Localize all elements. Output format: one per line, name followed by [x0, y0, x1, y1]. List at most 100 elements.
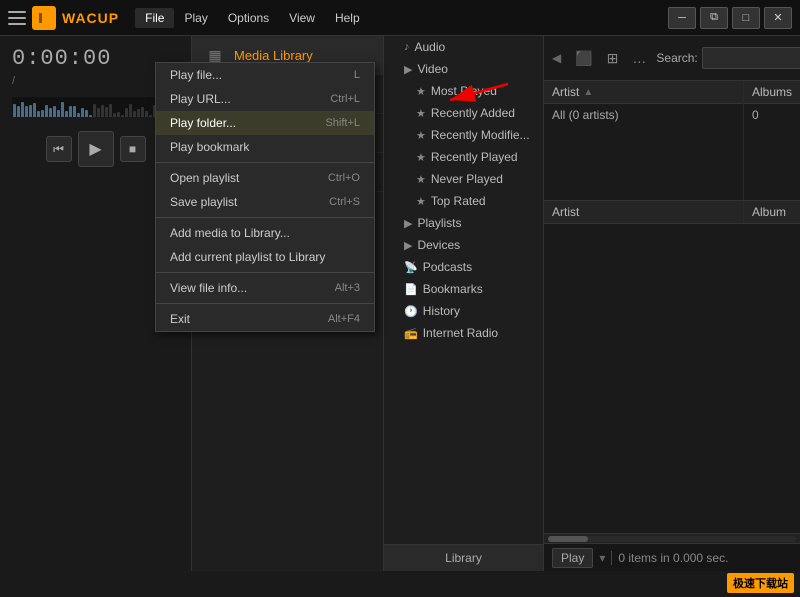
status-play-button[interactable]: Play [552, 548, 593, 568]
menu-view-file-info[interactable]: View file info... Alt+3 [156, 276, 374, 300]
content-area: ◀ ⬛ ⊞ … Search: Clear Search Artist ▲ [544, 36, 800, 571]
devices-tree-icon: ▶ [404, 239, 412, 252]
menu-file[interactable]: File [135, 8, 174, 28]
tree-item-recently-played[interactable]: ★ Recently Played [384, 146, 543, 168]
save-playlist-shortcut: Ctrl+S [329, 196, 360, 208]
menu-play[interactable]: Play [174, 8, 217, 28]
menu-play-url[interactable]: Play URL... Ctrl+L [156, 87, 374, 111]
exit-shortcut: Alt+F4 [328, 313, 360, 325]
tree-item-never-played[interactable]: ★ Never Played [384, 168, 543, 190]
menu-view[interactable]: View [279, 8, 325, 28]
more-icon-button[interactable]: … [628, 48, 650, 68]
restore-button[interactable]: ⧉ [700, 7, 728, 29]
tree-item-recently-modified[interactable]: ★ Recently Modifie... [384, 124, 543, 146]
lower-album-header[interactable]: Album [744, 201, 800, 223]
scroll-track[interactable] [548, 536, 796, 542]
recently-played-icon: ★ [416, 151, 426, 164]
menu-options[interactable]: Options [218, 8, 279, 28]
lower-table: Artist Album Track # Title [544, 201, 800, 533]
collapse-handle[interactable]: ◀ [552, 51, 561, 65]
recently-added-icon: ★ [416, 107, 426, 120]
library-button[interactable]: Library [384, 544, 543, 571]
play-url-shortcut: Ctrl+L [330, 93, 360, 105]
view-file-info-shortcut: Alt+3 [335, 282, 360, 294]
maximize-button[interactable]: □ [732, 7, 760, 29]
recently-played-label: Recently Played [431, 150, 518, 164]
lower-artist-header[interactable]: Artist [544, 201, 744, 223]
main-area: 0:00:00 / // Generate waveform bars cons… [0, 36, 800, 571]
eq-icon-button[interactable]: ⬛ [571, 48, 596, 69]
red-arrow-indicator [430, 76, 510, 106]
watermark: 极速下载站 [727, 573, 794, 593]
tree-item-devices[interactable]: ▶ Devices [384, 234, 543, 256]
bookmarks-label: Bookmarks [423, 282, 483, 296]
close-button[interactable]: ✕ [764, 7, 792, 29]
add-media-label: Add media to Library... [170, 226, 290, 240]
menu-open-playlist[interactable]: Open playlist Ctrl+O [156, 166, 374, 190]
menu-play-file[interactable]: Play file... L [156, 63, 374, 87]
menu-play-folder[interactable]: Play folder... Shift+L [156, 111, 374, 135]
tree-item-bookmarks[interactable]: 📄 Bookmarks [384, 278, 543, 300]
bookmarks-icon: 📄 [404, 283, 418, 296]
menu-help[interactable]: Help [325, 8, 370, 28]
tree-item-playlists[interactable]: ▶ Playlists [384, 212, 543, 234]
artist-column-header[interactable]: Artist ▲ [544, 81, 743, 104]
title-bar-controls: ─ ⧉ □ ✕ [668, 7, 792, 29]
app-title: WACUP [62, 10, 119, 26]
prev-button[interactable]: ⏮ [46, 136, 72, 162]
menu-add-media[interactable]: Add media to Library... [156, 221, 374, 245]
play-bookmark-label: Play bookmark [170, 140, 249, 154]
title-bar-left: WACUP File Play Options View Help [8, 6, 668, 30]
artist-column: Artist ▲ All (0 artists) [544, 81, 744, 200]
add-playlist-label: Add current playlist to Library [170, 250, 325, 264]
menu-exit[interactable]: Exit Alt+F4 [156, 307, 374, 331]
content-topbar: ◀ ⬛ ⊞ … Search: Clear Search [544, 36, 800, 81]
lower-table-body [544, 224, 800, 533]
hamburger-menu-icon[interactable] [8, 11, 26, 25]
menu-add-playlist[interactable]: Add current playlist to Library [156, 245, 374, 269]
scroll-thumb[interactable] [548, 536, 588, 542]
recently-modified-label: Recently Modifie... [431, 128, 530, 142]
file-dropdown-menu: Play file... L Play URL... Ctrl+L Play f… [155, 62, 375, 332]
tree-item-audio[interactable]: ♪ Audio [384, 36, 543, 58]
search-label: Search: [656, 51, 697, 65]
play-file-shortcut: L [354, 69, 360, 81]
media-library-label: Media Library [234, 48, 313, 63]
separator-2 [156, 217, 374, 218]
albums-count-cell-0: 0 [744, 104, 800, 126]
albums-count-column: Albums 0 [744, 81, 800, 200]
recently-modified-icon: ★ [416, 129, 426, 142]
horizontal-scrollbar[interactable] [544, 533, 800, 543]
status-text: 0 items in 0.000 sec. [618, 551, 728, 565]
tree-item-top-rated[interactable]: ★ Top Rated [384, 190, 543, 212]
separator-4 [156, 303, 374, 304]
play-button[interactable]: ▶ [78, 131, 114, 167]
video-tree-icon: ▶ [404, 63, 412, 76]
save-playlist-label: Save playlist [170, 195, 237, 209]
lower-table-header: Artist Album Track # Title [544, 201, 800, 224]
tree-item-internet-radio[interactable]: 📻 Internet Radio [384, 322, 543, 344]
tree-item-history[interactable]: 🕐 History [384, 300, 543, 322]
upper-table: Artist ▲ All (0 artists) Albums 0 Tr 0 [544, 81, 800, 201]
play-folder-label: Play folder... [170, 116, 236, 130]
minimize-button[interactable]: ─ [668, 7, 696, 29]
menu-save-playlist[interactable]: Save playlist Ctrl+S [156, 190, 374, 214]
search-input[interactable] [702, 47, 800, 69]
albums-header-label: Albums [752, 85, 792, 99]
status-play-dropdown[interactable]: ▾ [599, 551, 605, 565]
history-icon: 🕐 [404, 305, 418, 318]
stop-button[interactable]: ■ [120, 136, 146, 162]
library-tree: ♪ Audio ▶ Video ★ Most Played ★ Recently… [384, 36, 543, 544]
audio-tree-label: Audio [415, 40, 446, 54]
grid-icon-button[interactable]: ⊞ [603, 48, 623, 69]
podcasts-icon: 📡 [404, 261, 418, 274]
tree-item-podcasts[interactable]: 📡 Podcasts [384, 256, 543, 278]
separator-3 [156, 272, 374, 273]
menu-play-bookmark[interactable]: Play bookmark [156, 135, 374, 159]
internet-radio-label: Internet Radio [423, 326, 498, 340]
waveform: // Generate waveform bars const wf = doc… [12, 97, 179, 117]
albums-header[interactable]: Albums [744, 81, 800, 104]
menu-bar: File Play Options View Help [135, 8, 370, 28]
history-label: History [423, 304, 460, 318]
library-tree-container: ♪ Audio ▶ Video ★ Most Played ★ Recently… [384, 36, 544, 571]
